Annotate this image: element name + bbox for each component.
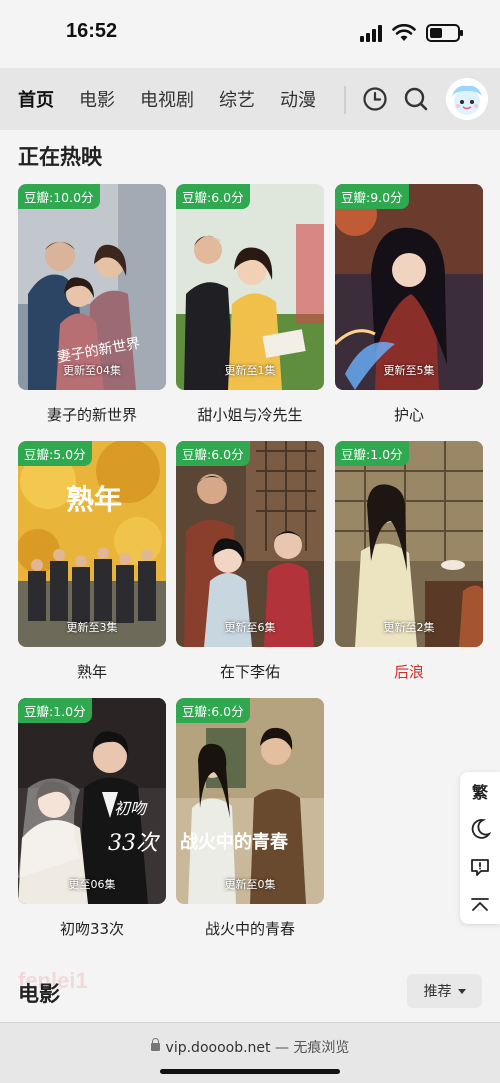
tab-tv-series-label: 电视剧	[140, 90, 194, 111]
dark-mode-moon-icon	[471, 819, 491, 839]
card-title: 后浪	[393, 663, 424, 681]
battery-icon	[426, 24, 463, 42]
tab-home[interactable]: 首页	[16, 86, 56, 114]
movie-card[interactable]: 妻子的新世界 豆瓣:10.0分 更新至04集 妻子的新世界	[18, 184, 166, 425]
card-title: 在下李佑	[219, 663, 280, 681]
poster-title-art: 33次	[108, 831, 161, 856]
section-title-now-showing: 正在热映	[18, 145, 102, 169]
episode-update-label: 更新至0集	[224, 878, 276, 891]
poster-image: 初吻 33次	[18, 698, 166, 904]
poster: 战火中的青春 豆瓣:6.0分 更新至0集	[176, 698, 324, 904]
signal-icon	[360, 24, 382, 42]
back-to-top-icon	[471, 898, 489, 911]
poster-image	[335, 184, 483, 390]
avatar[interactable]	[446, 78, 488, 120]
tab-home-label: 首页	[18, 90, 54, 111]
episode-update-label: 更新至1集	[224, 364, 276, 377]
nav-divider	[344, 86, 346, 114]
douban-score-badge: 豆瓣:10.0分	[18, 184, 100, 209]
poster-title-art: 战火中的青春	[180, 831, 289, 853]
douban-score-badge: 豆瓣:6.0分	[176, 441, 250, 466]
poster: 豆瓣:6.0分 更新至1集	[176, 184, 324, 390]
url-host: vip.doooob.net	[165, 1040, 271, 1056]
status-time: 16:52	[66, 20, 118, 42]
douban-score-badge: 豆瓣:5.0分	[18, 441, 92, 466]
movie-card[interactable]: 豆瓣:6.0分 更新至1集 甜小姐与冷先生	[176, 184, 324, 425]
poster-title-art: 初吻	[114, 799, 148, 818]
history-clock-icon[interactable]	[362, 86, 388, 112]
back-to-top-button[interactable]	[460, 886, 500, 924]
episode-update-label: 更至06集	[68, 878, 116, 891]
poster: 熟年 豆瓣:5.0分 更新至3集	[18, 441, 166, 647]
episode-update-label: 更新至6集	[224, 621, 276, 634]
card-title: 初吻33次	[59, 920, 125, 938]
card-title: 甜小姐与冷先生	[197, 406, 303, 424]
tab-movies[interactable]: 电影	[79, 86, 115, 112]
poster-image: 妻子的新世界	[18, 184, 166, 390]
feedback-button[interactable]	[460, 848, 500, 886]
poster-title-art: 熟年	[66, 483, 122, 516]
traditional-chinese-label: 繁	[471, 783, 488, 802]
movie-card[interactable]: 豆瓣:6.0分 更新至6集 在下李佑	[176, 441, 324, 682]
status-icons	[360, 24, 463, 42]
wifi-icon	[392, 24, 416, 41]
movie-card[interactable]: 初吻 33次 豆瓣:1.0分 更至06集 初吻33次	[18, 698, 166, 939]
douban-score-badge: 豆瓣:9.0分	[335, 184, 409, 209]
douban-score-badge: 豆瓣:1.0分	[335, 441, 409, 466]
tab-anime[interactable]: 动漫	[280, 86, 316, 112]
top-nav-bar: 首页 电影 电视剧 综艺 动漫	[0, 68, 500, 130]
private-browsing-label: — 无痕浏览	[270, 1040, 350, 1056]
sort-dropdown-label: 推荐	[423, 984, 452, 1000]
card-title: 战火中的青春	[204, 920, 295, 938]
poster: 豆瓣:6.0分 更新至6集	[176, 441, 324, 647]
movie-card[interactable]: 豆瓣:9.0分 更新至5集 护心	[335, 184, 483, 425]
poster: 豆瓣:1.0分 更新至2集	[335, 441, 483, 647]
episode-update-label: 更新至5集	[383, 364, 435, 377]
status-bar: 16:52	[0, 0, 500, 68]
section-title-movies: 电影	[18, 982, 60, 1006]
tab-movies-label: 电影	[79, 90, 115, 111]
url-text: vip.doooob.net — 无痕浏览	[0, 1037, 500, 1057]
tab-variety[interactable]: 综艺	[219, 86, 255, 112]
feedback-icon	[471, 859, 489, 876]
card-title: 妻子的新世界	[46, 406, 137, 424]
poster-image	[176, 441, 324, 647]
poster-image: 战火中的青春	[176, 698, 324, 904]
tab-tv-series[interactable]: 电视剧	[140, 86, 194, 112]
poster: 豆瓣:9.0分 更新至5集	[335, 184, 483, 390]
movie-card[interactable]: 战火中的青春 豆瓣:6.0分 更新至0集 战火中的青春	[176, 698, 324, 939]
battery-fill	[430, 28, 442, 38]
poster-image: 熟年	[18, 441, 166, 647]
sort-dropdown[interactable]: 推荐	[407, 974, 482, 1008]
douban-score-badge: 豆瓣:1.0分	[18, 698, 92, 723]
episode-update-label: 更新至3集	[66, 621, 118, 634]
douban-score-badge: 豆瓣:6.0分	[176, 184, 250, 209]
side-toolbar: 繁	[460, 772, 500, 924]
lock-icon	[150, 1038, 160, 1051]
caret-down-icon	[457, 988, 466, 994]
movie-card[interactable]: 熟年 豆瓣:5.0分 更新至3集 熟年	[18, 441, 166, 682]
douban-score-badge: 豆瓣:6.0分	[176, 698, 250, 723]
tab-variety-label: 综艺	[219, 90, 255, 111]
episode-update-label: 更新至04集	[63, 364, 121, 377]
tab-anime-label: 动漫	[280, 90, 316, 111]
traditional-chinese-toggle[interactable]: 繁	[460, 772, 500, 810]
dark-mode-button[interactable]	[460, 810, 500, 848]
card-title: 护心	[393, 406, 424, 424]
card-title: 熟年	[76, 663, 107, 681]
nav-tabs: 首页 电影 电视剧 综艺 动漫	[16, 68, 341, 130]
poster-image	[176, 184, 324, 390]
home-indicator	[160, 1069, 340, 1074]
episode-update-label: 更新至2集	[383, 621, 435, 634]
poster-image	[335, 441, 483, 647]
movie-card[interactable]: 豆瓣:1.0分 更新至2集 后浪	[335, 441, 483, 682]
poster: 妻子的新世界 豆瓣:10.0分 更新至04集	[18, 184, 166, 390]
poster: 初吻 33次 豆瓣:1.0分 更至06集	[18, 698, 166, 904]
search-icon[interactable]	[403, 86, 429, 112]
avatar-icon	[446, 78, 488, 120]
